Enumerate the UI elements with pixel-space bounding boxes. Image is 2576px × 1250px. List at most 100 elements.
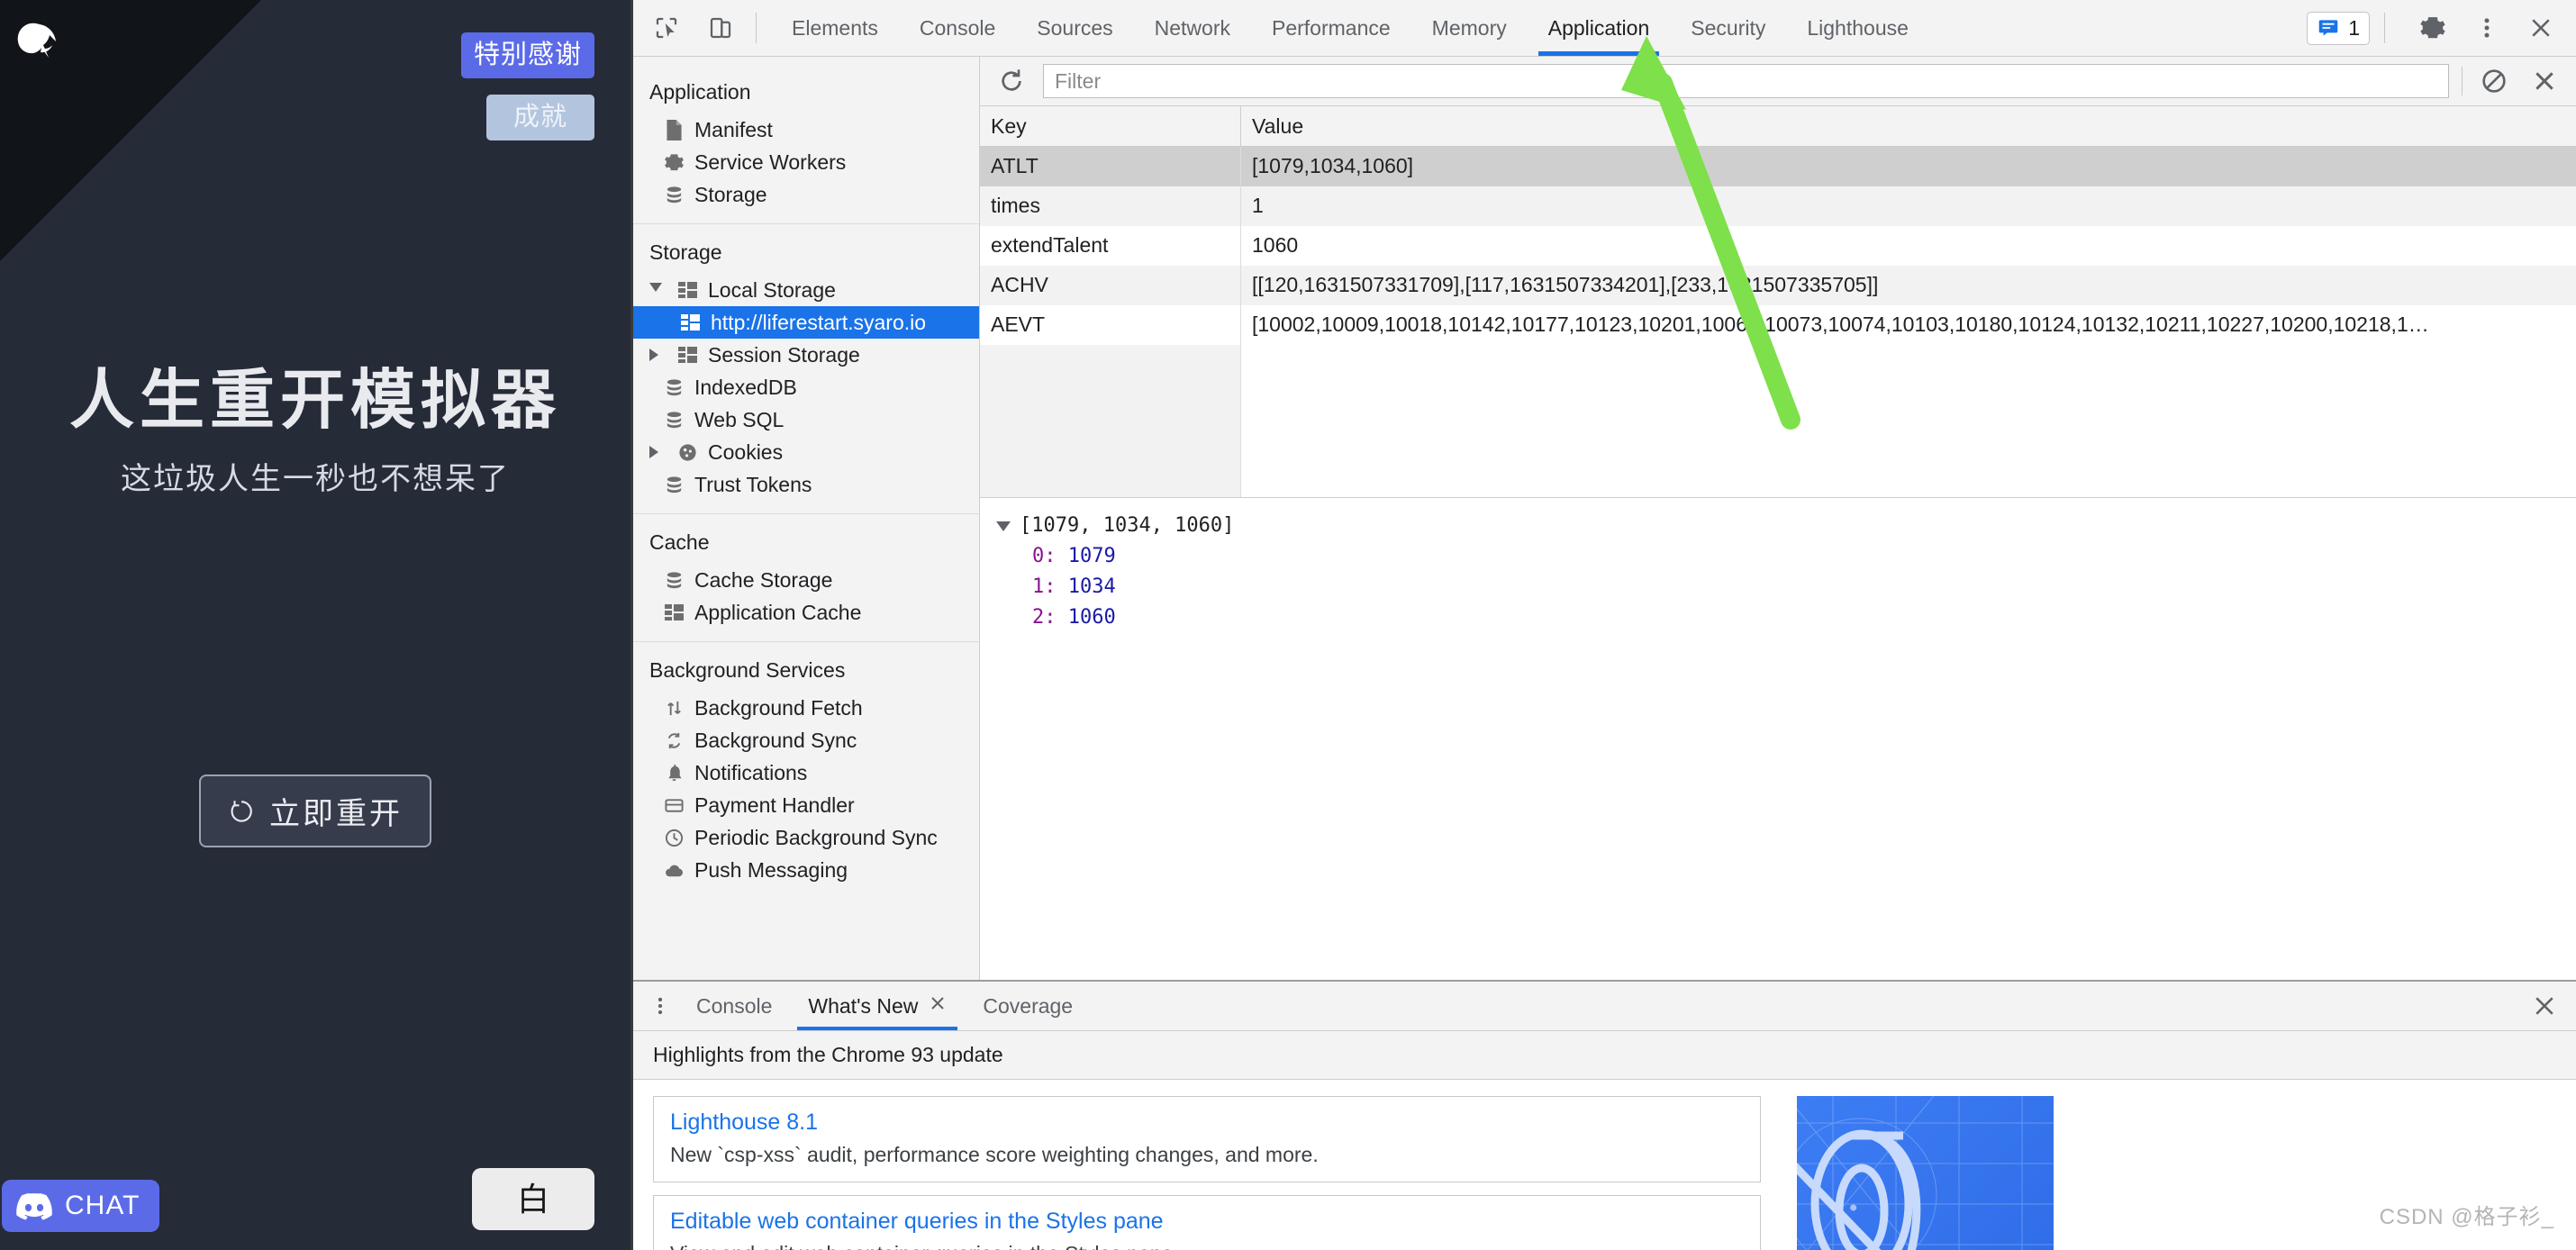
white-mode-button[interactable]: 白 (471, 1168, 594, 1230)
settings-gear-icon[interactable] (2412, 7, 2454, 49)
table-icon (677, 345, 698, 366)
table-header-row: Key Value (980, 106, 2576, 147)
sidebar-item-label: Application Cache (694, 600, 862, 624)
sidebar-item-periodic-background-sync[interactable]: Periodic Background Sync (633, 821, 979, 854)
sidebar-item-service-workers[interactable]: Service Workers (633, 146, 979, 178)
table-row[interactable]: times 1 (980, 186, 2576, 226)
sidebar-item-label: Trust Tokens (694, 472, 812, 496)
special-thanks-button[interactable]: 特别感谢 (460, 32, 594, 79)
sidebar-item-background-sync[interactable]: Background Sync (633, 724, 979, 756)
console-message-count: 1 (2348, 15, 2360, 40)
sidebar-item-local-storage[interactable]: Local Storage (633, 274, 979, 306)
sidebar-item-label: Background Fetch (694, 695, 863, 720)
drawer-tab-label: What's New (808, 993, 919, 1018)
tab-sources[interactable]: Sources (1016, 0, 1133, 56)
database-icon (664, 185, 685, 205)
whats-new-card-list: Lighthouse 8.1 New `csp-xss` audit, perf… (653, 1096, 1761, 1250)
discord-chat-button[interactable]: CHAT (2, 1180, 160, 1232)
restart-now-button[interactable]: 立即重开 (199, 774, 431, 847)
tab-memory[interactable]: Memory (1411, 0, 1528, 56)
chevron-right-icon[interactable] (649, 446, 667, 458)
chevron-down-icon[interactable] (996, 521, 1011, 531)
chevron-right-icon[interactable] (649, 349, 667, 361)
page-title: 人生重开模拟器 (68, 365, 561, 437)
sidebar-item-cache-storage[interactable]: Cache Storage (633, 564, 979, 596)
tab-security[interactable]: Security (1670, 0, 1786, 56)
chevron-down-icon[interactable] (649, 282, 667, 298)
inspect-element-button[interactable] (646, 7, 687, 49)
page-subtitle: 这垃圾人生一秒也不想呆了 (121, 462, 510, 496)
sidebar-item-manifest[interactable]: Manifest (633, 113, 979, 146)
filter-input[interactable] (1043, 64, 2449, 98)
cloud-icon (664, 860, 685, 881)
whats-new-body: Lighthouse 8.1 New `csp-xss` audit, perf… (633, 1080, 2576, 1250)
cell-value: [1079,1034,1060] (1252, 154, 1414, 177)
tab-console[interactable]: Console (899, 0, 1016, 56)
sidebar-group-storage: Storage Local Storage http://liferestart… (633, 224, 979, 514)
cookie-icon (677, 442, 698, 463)
console-message-badge[interactable]: 1 (2307, 11, 2370, 45)
sidebar-item-label: http://liferestart.syaro.io (711, 310, 927, 334)
close-devtools-icon[interactable] (2520, 7, 2562, 49)
sidebar-item-storage[interactable]: Storage (633, 178, 979, 211)
whats-new-card[interactable]: Lighthouse 8.1 New `csp-xss` audit, perf… (653, 1096, 1761, 1182)
drawer-tab-coverage[interactable]: Coverage (965, 982, 1091, 1030)
achievements-button[interactable]: 成就 (485, 95, 594, 141)
csdn-watermark: CSDN @格子衫_ (2379, 1205, 2554, 1229)
sidebar-item-label: Local Storage (708, 277, 836, 302)
sidebar-item-label: Cookies (708, 439, 784, 464)
no-entry-icon[interactable] (2475, 62, 2513, 100)
drawer-close-icon[interactable] (2531, 982, 2576, 1030)
toolbar-right-divider (2384, 13, 2385, 43)
sidebar-item-liferestart-origin[interactable]: http://liferestart.syaro.io (633, 306, 979, 339)
sidebar-item-payment-handler[interactable]: Payment Handler (633, 789, 979, 821)
sidebar-item-label: Storage (694, 182, 767, 206)
refresh-icon[interactable] (993, 62, 1030, 100)
column-header-key[interactable]: Key (980, 106, 1241, 146)
sidebar-item-indexeddb[interactable]: IndexedDB (633, 371, 979, 403)
toggle-device-toolbar-button[interactable] (700, 7, 741, 49)
sidebar-item-trust-tokens[interactable]: Trust Tokens (633, 468, 979, 501)
more-options-kebab-icon[interactable] (2466, 7, 2508, 49)
gear-icon (664, 152, 685, 173)
sidebar-item-label: Cache Storage (694, 567, 833, 592)
tab-lighthouse[interactable]: Lighthouse (1786, 0, 1929, 56)
sidebar-item-label: Web SQL (694, 407, 785, 431)
sidebar-item-cookies[interactable]: Cookies (633, 436, 979, 468)
filter-divider (2462, 67, 2463, 95)
sidebar-item-web-sql[interactable]: Web SQL (633, 403, 979, 436)
tab-application[interactable]: Application (1528, 0, 1671, 56)
cell-value: [[120,1631507331709],[117,1631507334201]… (1252, 273, 1879, 296)
drawer-more-options-kebab-icon[interactable] (642, 982, 678, 1030)
sidebar-item-session-storage[interactable]: Session Storage (633, 339, 979, 371)
sidebar-item-label: Session Storage (708, 342, 860, 367)
sidebar-item-label: Periodic Background Sync (694, 825, 938, 849)
tab-elements[interactable]: Elements (771, 0, 899, 56)
sidebar-group-title: Application (649, 80, 751, 104)
drawer-tab-console[interactable]: Console (678, 982, 790, 1030)
tab-network[interactable]: Network (1134, 0, 1251, 56)
drawer-tab-whats-new[interactable]: What's New (790, 982, 965, 1030)
preview-root-row[interactable]: [1079, 1034, 1060] (996, 511, 2560, 541)
drawer-tab-close-icon[interactable] (929, 994, 947, 1018)
sidebar-item-background-fetch[interactable]: Background Fetch (633, 692, 979, 724)
whats-new-card-title[interactable]: Editable web container queries in the St… (670, 1209, 1744, 1235)
table-row[interactable]: extendTalent 1060 (980, 226, 2576, 266)
column-header-value[interactable]: Value (1241, 106, 2576, 146)
restart-area: 立即重开 (0, 774, 630, 847)
sidebar-item-push-messaging[interactable]: Push Messaging (633, 854, 979, 886)
whats-new-card-title[interactable]: Lighthouse 8.1 (670, 1110, 1744, 1136)
storage-main-pane: Key Value ATLT [1079,1034,1060] times 1 (980, 57, 2576, 980)
close-x-icon[interactable] (2526, 62, 2563, 100)
table-row[interactable]: ACHV [[120,1631507331709],[117,163150733… (980, 266, 2576, 305)
sidebar-item-notifications[interactable]: Notifications (633, 756, 979, 789)
whats-new-card[interactable]: Editable web container queries in the St… (653, 1195, 1761, 1250)
table-row[interactable]: ATLT [1079,1034,1060] (980, 147, 2576, 186)
sidebar-item-application-cache[interactable]: Application Cache (633, 596, 979, 629)
sync-icon (664, 730, 685, 751)
clock-icon (664, 828, 685, 848)
table-row[interactable]: AEVT [10002,10009,10018,10142,10177,1012… (980, 305, 2576, 345)
devtools-drawer: Console What's New Coverage Highlights f… (633, 980, 2576, 1250)
tab-performance[interactable]: Performance (1251, 0, 1411, 56)
cell-value: 1060 (1252, 233, 1299, 257)
